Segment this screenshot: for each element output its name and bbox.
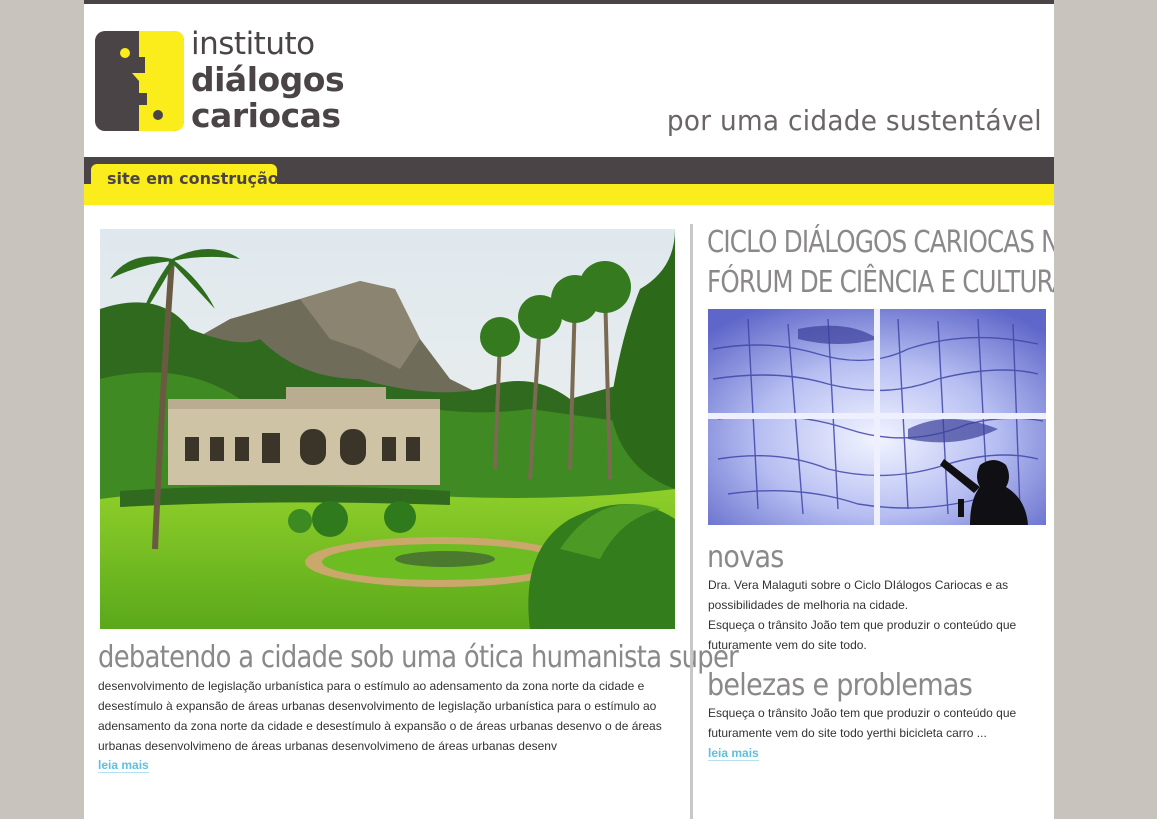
section-title-novas: novas (707, 540, 784, 575)
belezas-read-more-link[interactable]: leia mais (708, 746, 759, 761)
logo-text-dialogos: diálogos (191, 60, 345, 99)
hero-image-parque-lage[interactable] (100, 229, 675, 629)
sidebar-headline-line1: Ciclo Diálogos Cariocas no (707, 225, 1054, 260)
section-title-belezas-e-problemas: belezas e problemas (707, 668, 973, 703)
tab-label: site em construção (107, 169, 279, 188)
logo-icon[interactable] (95, 31, 184, 131)
main-headline: debatendo a cidade sob uma ótica humanis… (98, 640, 739, 675)
column-divider (690, 224, 693, 819)
logo-text-cariocas: cariocas (191, 96, 341, 135)
page: instituto diálogos cariocas por uma cida… (84, 0, 1054, 819)
forum-photo-map-projection[interactable] (708, 309, 1046, 525)
tagline: por uma cidade sustentável (667, 104, 1042, 137)
main-body-text: desenvolvimento de legislação urbanístic… (98, 679, 662, 753)
news-item[interactable]: Esqueça o trânsito João tem que produzir… (708, 615, 1048, 655)
sidebar-headline-line2: Fórum de Ciência e Cultura (707, 265, 1054, 300)
belezas-body-text: Esqueça o trânsito João tem que produzir… (708, 706, 1017, 740)
logo-text-instituto: instituto (191, 26, 315, 62)
main-read-more-link[interactable]: leia mais (98, 758, 149, 773)
sidebar-headline: Ciclo Diálogos Cariocas no Fórum de Ciên… (707, 223, 1054, 303)
news-item[interactable]: Dra. Vera Malaguti sobre o Ciclo DIálogo… (708, 575, 1048, 615)
tab-site-em-construcao[interactable]: site em construção (91, 164, 279, 205)
top-border (84, 0, 1054, 4)
